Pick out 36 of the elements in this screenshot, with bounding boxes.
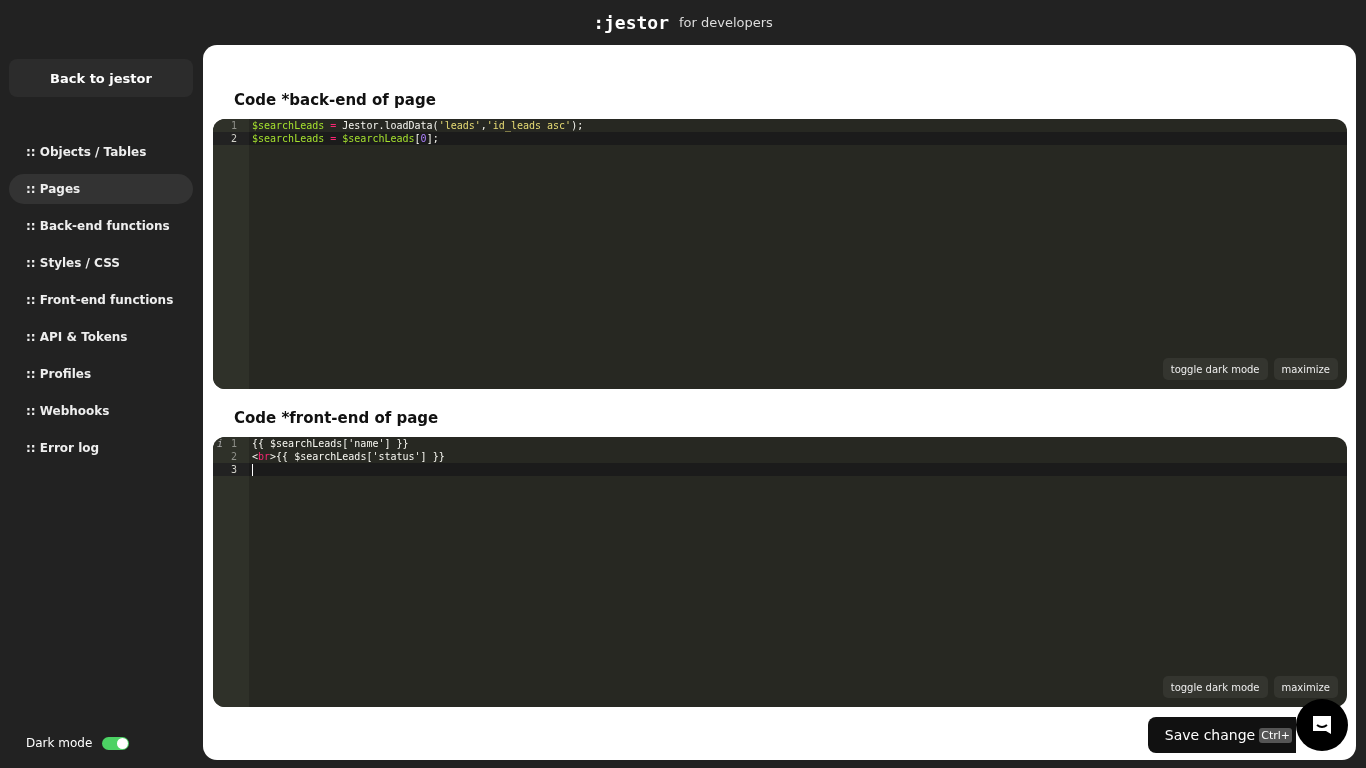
sidebar-item[interactable]: :: Back-end functions: [9, 211, 193, 241]
header-subtitle: for developers: [679, 15, 773, 30]
code-editor[interactable]: 1 $searchLeads = Jestor.loadData('leads','id_leads asc'); 2 $searchLeads = $searchLeads[0]; toggle dark mode maximize: [213, 119, 1347, 389]
chat-icon: [1311, 714, 1333, 736]
back-button[interactable]: Back to jestor: [9, 59, 193, 97]
dark-mode-toggle[interactable]: [102, 736, 130, 750]
logo: :jestor: [593, 12, 669, 33]
save-button[interactable]: Save change Ctrl+: [1147, 717, 1296, 753]
line-number: 2: [230, 132, 237, 145]
line-number: 2: [230, 450, 237, 463]
sidebar-item[interactable]: :: Pages: [9, 174, 193, 204]
sidebar-item[interactable]: :: Objects / Tables: [9, 137, 193, 167]
sidebar-item[interactable]: :: Webhooks: [9, 396, 193, 426]
code-line: $searchLeads = $searchLeads[0];: [251, 132, 439, 145]
code-editor[interactable]: i 1 {{ $searchLeads['name'] }} 2 <br>{{ $searchLeads['status'] }} 3 toggle dark mode maximize: [213, 437, 1347, 707]
line-number: 1: [230, 437, 237, 450]
sidebar-item[interactable]: :: Styles / CSS: [9, 248, 193, 278]
line-number: 3: [230, 463, 237, 476]
text-cursor: [252, 463, 253, 476]
sidebar-item[interactable]: :: Error log: [9, 433, 193, 463]
editor-button[interactable]: maximize: [1273, 676, 1338, 698]
gutter-marker: i: [217, 437, 224, 450]
shortcut-key: Ctrl+: [1259, 727, 1292, 743]
code-line: {{ $searchLeads['name'] }}: [251, 437, 409, 450]
sidebar-item[interactable]: :: Profiles: [9, 359, 193, 389]
code-line: $searchLeads = Jestor.loadData('leads','id_leads asc');: [251, 119, 584, 132]
section-title: Code *back-end of page: [233, 90, 437, 111]
line-number: 1: [230, 119, 237, 132]
dark-mode-label: Dark mode: [26, 736, 93, 750]
editor-button[interactable]: toggle dark mode: [1162, 676, 1268, 698]
sidebar-item[interactable]: :: Front-end functions: [9, 285, 193, 315]
sidebar-item[interactable]: :: API & Tokens: [9, 322, 193, 352]
section-title: Code *front-end of page: [233, 408, 440, 429]
code-line: <br>{{ $searchLeads['status'] }}: [251, 450, 445, 463]
editor-button[interactable]: maximize: [1273, 358, 1338, 380]
editor-button[interactable]: toggle dark mode: [1162, 358, 1268, 380]
